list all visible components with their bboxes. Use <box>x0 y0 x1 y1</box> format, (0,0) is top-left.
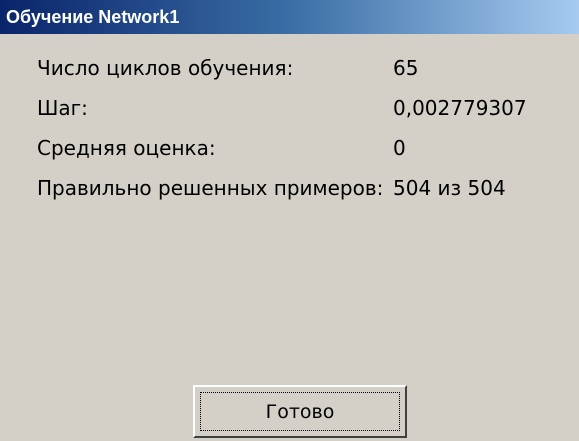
correct-examples-label: Правильно решенных примеров: <box>37 176 384 200</box>
step-value: 0,002779307 <box>393 96 527 120</box>
average-score-value: 0 <box>393 136 406 160</box>
correct-examples-value: 504 из 504 <box>393 176 506 200</box>
window-title: Обучение Network1 <box>6 7 180 27</box>
training-dialog: Обучение Network1 Число циклов обучения:… <box>0 0 579 441</box>
epochs-value: 65 <box>393 56 419 80</box>
title-bar[interactable]: Обучение Network1 <box>0 0 579 34</box>
done-button-label: Готово <box>200 392 400 431</box>
epochs-label: Число циклов обучения: <box>37 56 294 80</box>
step-label: Шаг: <box>37 96 88 120</box>
average-score-label: Средняя оценка: <box>37 136 216 160</box>
done-button[interactable]: Готово <box>193 385 407 438</box>
